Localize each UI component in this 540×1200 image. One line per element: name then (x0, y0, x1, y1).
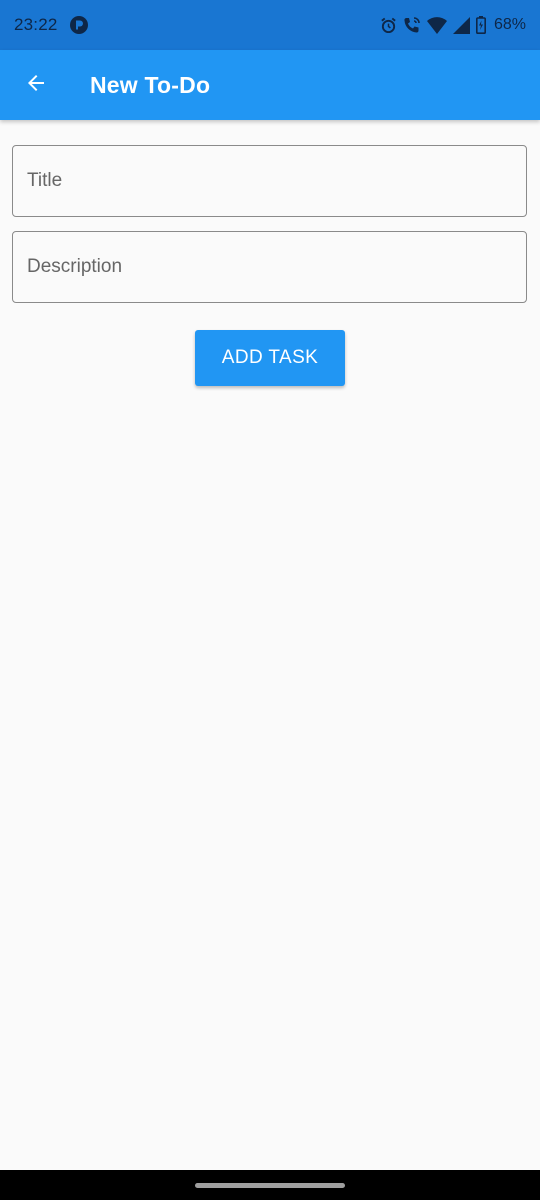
add-task-button[interactable]: ADD TASK (195, 330, 345, 386)
status-icons: 68% (380, 16, 526, 34)
battery-icon (475, 16, 486, 34)
status-time: 23:22 (14, 15, 58, 34)
wifi-call-icon (403, 16, 421, 34)
home-gesture-handle[interactable] (195, 1183, 345, 1188)
app-bar: New To-Do (0, 50, 540, 120)
battery-percentage: 68% (493, 16, 526, 33)
alarm-icon (380, 17, 397, 34)
page-title: New To-Do (90, 71, 211, 98)
status-bar: 23:22 68% (0, 0, 540, 50)
arrow-back-icon (24, 71, 48, 100)
title-input[interactable] (12, 145, 527, 217)
app-notification-icon (69, 16, 88, 34)
navigation-bar (0, 1170, 540, 1200)
description-input[interactable] (12, 231, 527, 303)
signal-icon (452, 16, 470, 34)
wifi-icon (426, 16, 447, 34)
back-button[interactable] (8, 57, 64, 113)
